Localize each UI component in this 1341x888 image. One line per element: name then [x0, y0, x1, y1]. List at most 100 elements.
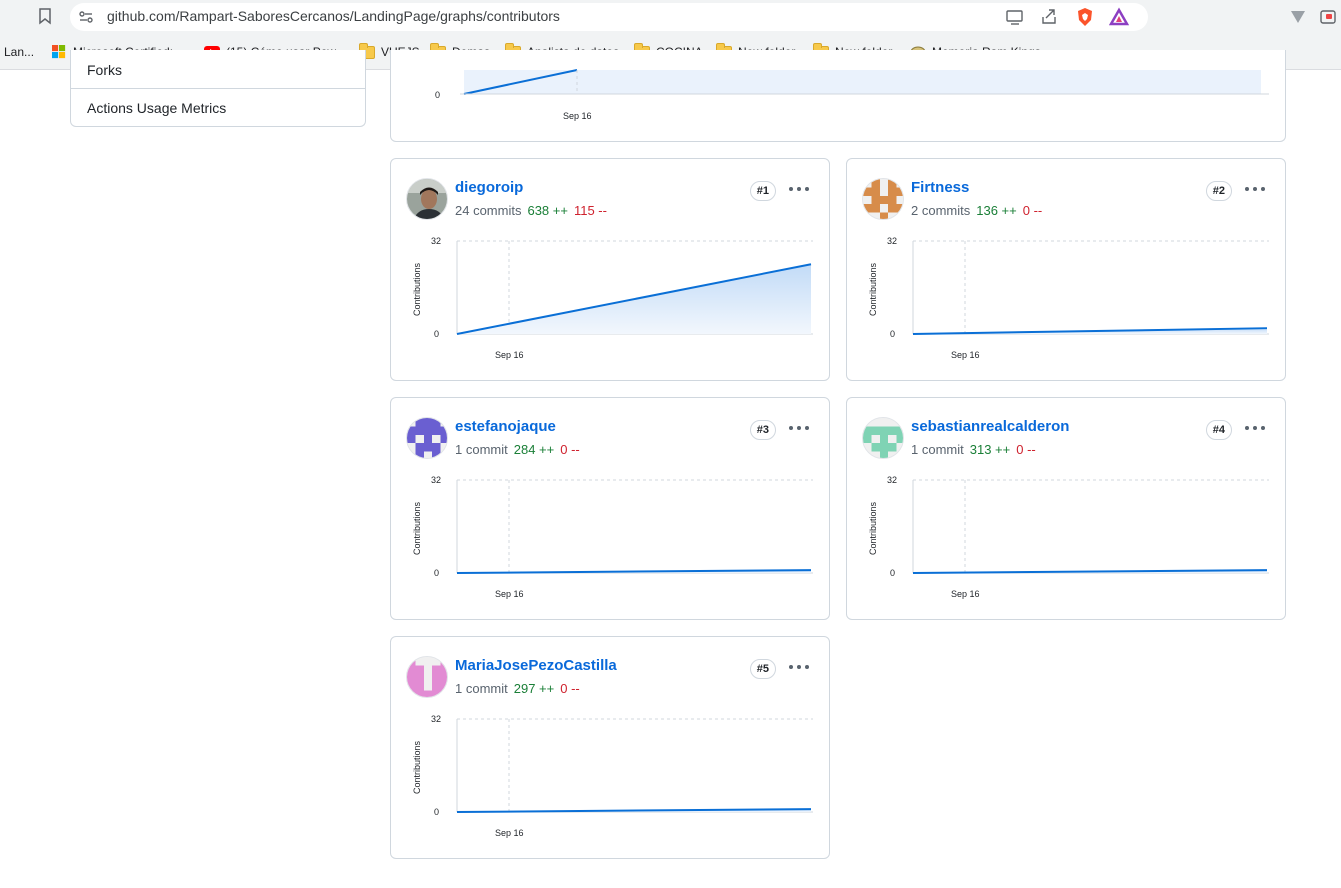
contribution-chart: 32 0 Sep 16 Contributions [412, 714, 813, 838]
contributor-stats: 1 commit 284 ++ 0 -- [455, 442, 580, 457]
contributor-name[interactable]: diegoroip [455, 179, 523, 196]
brave-vpn-icon[interactable] [1288, 7, 1308, 27]
contributor-name[interactable]: Firtness [911, 179, 969, 196]
kebab-dot-icon [805, 665, 809, 669]
commit-count[interactable]: 2 commits [911, 203, 970, 218]
y-axis-label: Contributions [412, 501, 422, 555]
deletions-count: 0 -- [1022, 203, 1043, 218]
y-axis-label: Contributions [412, 740, 422, 794]
commit-count[interactable]: 1 commit [455, 681, 508, 696]
kebab-dot-icon [1261, 426, 1265, 430]
kebab-dot-icon [797, 665, 801, 669]
kebab-dot-icon [1245, 187, 1249, 191]
additions-count: 284 ++ [513, 442, 555, 457]
browser-address-bar: github.com/Rampart-SaboresCercanos/Landi… [0, 0, 1341, 34]
deletions-count: 0 -- [1016, 442, 1036, 457]
additions-count: 136 ++ [976, 203, 1017, 218]
y-axis-label: Contributions [868, 501, 878, 555]
more-options-button[interactable] [789, 659, 809, 675]
deletions-count: 0 -- [560, 681, 580, 696]
more-options-button[interactable] [789, 420, 809, 436]
commit-count[interactable]: 1 commit [911, 442, 964, 457]
more-options-button[interactable] [1245, 181, 1265, 197]
kebab-dot-icon [789, 187, 793, 191]
y-axis-label: Contributions [868, 262, 878, 316]
overall-area [464, 70, 1261, 94]
avatar[interactable] [862, 417, 904, 459]
y-tick-label: 0 [434, 329, 439, 339]
commit-count[interactable]: 1 commit [455, 442, 508, 457]
avatar[interactable] [406, 656, 448, 698]
insights-sidebar: Forks Actions Usage Metrics [70, 50, 366, 127]
sidebar-item-actions-usage-metrics[interactable]: Actions Usage Metrics [87, 100, 226, 116]
contributor-card: diegoroip 24 commits 638 ++ 115 -- #1 32 0 S… [390, 158, 830, 381]
url-text[interactable]: github.com/Rampart-SaboresCercanos/Landi… [107, 8, 560, 24]
sidebar-item-forks[interactable]: Forks [87, 62, 122, 78]
x-tick-label: Sep 16 [951, 350, 980, 360]
contribution-chart: 32 0 Sep 16 Contributions [868, 236, 1269, 360]
y-tick-label: 32 [431, 475, 441, 485]
rank-badge: #5 [749, 659, 776, 679]
y-tick-label: 0 [434, 568, 439, 578]
contributor-stats: 24 commits 638 ++ 115 -- [455, 203, 607, 218]
kebab-dot-icon [1245, 426, 1249, 430]
x-tick-label: Sep 16 [495, 589, 524, 599]
commit-count[interactable]: 24 commits [455, 203, 521, 218]
overall-chart-svg: 0 Sep 16 [435, 69, 1269, 121]
identicon-pink-icon [407, 657, 447, 697]
avatar[interactable] [406, 178, 448, 220]
contributor-name[interactable]: sebastianrealcalderon [911, 418, 1069, 435]
y-axis-label: Contributions [412, 262, 422, 316]
kebab-dot-icon [805, 187, 809, 191]
site-info-icon[interactable] [77, 8, 95, 26]
contributor-card: Firtness 2 commits 136 ++ 0 -- #2 32 0 Sep 1… [846, 158, 1286, 381]
identicon-purple-icon [407, 418, 447, 458]
y-tick-label: 0 [890, 329, 895, 339]
kebab-dot-icon [1253, 187, 1257, 191]
brave-shields-icon[interactable] [1075, 7, 1095, 27]
contributor-card: sebastianrealcalderon 1 commit 313 ++ 0 --… [846, 397, 1286, 620]
rank-badge: #3 [749, 420, 776, 440]
wallet-icon[interactable] [1318, 7, 1338, 27]
y-tick-label: 32 [887, 236, 897, 246]
additions-count: 313 ++ [969, 442, 1011, 457]
contribution-chart: 32 0 Sep 16 Contributions [868, 475, 1269, 599]
bookmark-item[interactable]: Lan... [4, 43, 34, 61]
identicon-orange-icon [863, 179, 903, 219]
kebab-dot-icon [797, 426, 801, 430]
kebab-dot-icon [1261, 187, 1265, 191]
additions-count: 297 ++ [513, 681, 555, 696]
more-options-button[interactable] [1245, 420, 1265, 436]
rank-badge: #1 [749, 181, 776, 201]
contribution-chart: 32 0 Sep 16 Contributions [412, 236, 813, 360]
more-options-button[interactable] [789, 181, 809, 197]
avatar[interactable] [406, 417, 448, 459]
deletions-count: 0 -- [560, 442, 580, 457]
kebab-dot-icon [805, 426, 809, 430]
kebab-dot-icon [789, 426, 793, 430]
overall-contributions-chart: 0 Sep 16 [390, 50, 1286, 142]
photo-avatar-icon [407, 179, 447, 219]
contributor-name[interactable]: estefanojaque [455, 418, 556, 435]
identicon-green-icon [863, 418, 903, 458]
y-tick-label: 0 [890, 568, 895, 578]
rank-badge: #2 [1205, 181, 1232, 201]
contributor-stats: 1 commit 313 ++ 0 -- [911, 442, 1036, 457]
avatar[interactable] [862, 178, 904, 220]
kebab-dot-icon [797, 187, 801, 191]
kebab-dot-icon [1253, 426, 1257, 430]
x-tick-label: Sep 16 [951, 589, 980, 599]
kebab-dot-icon [789, 665, 793, 669]
x-tick-label: Sep 16 [495, 828, 524, 838]
share-icon[interactable] [1039, 7, 1059, 27]
additions-count: 638 ++ [527, 203, 568, 218]
overall-y-tick: 0 [435, 90, 440, 100]
brave-rewards-icon[interactable] [1109, 7, 1129, 27]
contributor-name[interactable]: MariaJosePezoCastilla [455, 657, 617, 674]
y-tick-label: 32 [431, 236, 441, 246]
microsoft-icon [52, 45, 66, 59]
bookmark-icon[interactable] [38, 8, 52, 25]
y-tick-label: 32 [887, 475, 897, 485]
install-app-icon[interactable] [1005, 7, 1025, 27]
contributor-stats: 2 commits 136 ++ 0 -- [911, 203, 1042, 218]
